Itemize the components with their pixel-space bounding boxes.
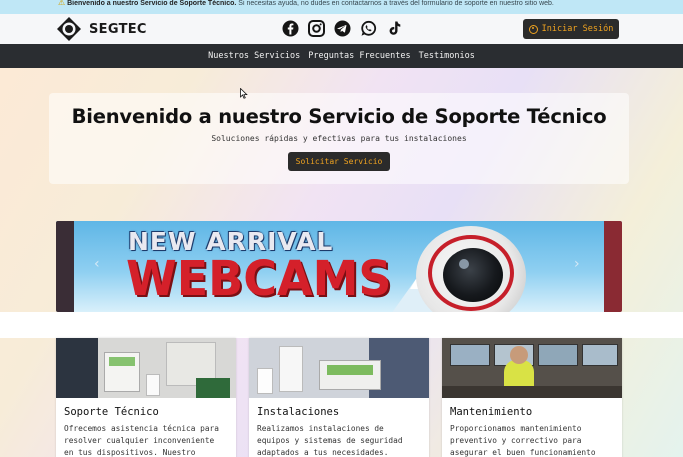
service-card-soporte[interactable]: Soporte Técnico Ofrecemos asistencia téc… [56,338,236,457]
service-card-instalaciones[interactable]: Instalaciones Realizamos instalaciones d… [249,338,429,457]
request-service-button[interactable]: Solicitar Servicio [287,152,391,171]
promo-carousel: NEW ARRIVAL WEBCAMS ‹ › [56,221,622,312]
nav-item-testimonios[interactable]: Testimonios [419,51,475,61]
brand-name: SEGTEC [89,21,147,37]
nav-item-preguntas[interactable]: Preguntas Frecuentes [308,51,410,61]
banner-line-2: WEBCAMS [126,249,392,307]
webcam-lens [443,248,503,302]
section-divider [0,312,683,338]
hero-title: Bienvenido a nuestro Servicio de Soporte… [71,105,607,128]
whatsapp-icon[interactable] [360,20,377,37]
announcement-bar: ⚠ Bienvenido a nuestro Servicio de Sopor… [0,0,683,14]
social-links [282,20,403,37]
login-button[interactable]: Iniciar Sesión [523,19,619,39]
announcement-text: Si necesitas ayuda, no dudes en contacta… [236,0,554,7]
service-title-instalaciones: Instalaciones [257,406,340,418]
mouse-cursor-icon [240,88,248,99]
announcement-bold: Bienvenido a nuestro Servicio de Soporte… [67,0,237,7]
service-image-security-kit [249,338,429,398]
logo[interactable]: SEGTEC [57,17,147,41]
service-card-mantenimiento[interactable]: Mantenimiento Proporcionamos mantenimien… [442,338,622,457]
main-nav: Nuestros Servicios Preguntas Frecuentes … [0,44,683,68]
service-desc-instalaciones: Realizamos instalaciones de equipos y si… [257,424,403,457]
carousel-edge-left [56,221,74,312]
login-label: Iniciar Sesión [541,24,614,34]
webcam-glint [459,259,469,269]
facebook-icon[interactable] [282,20,299,37]
logo-icon [57,17,81,41]
telegram-icon[interactable] [334,20,351,37]
carousel-edge-right [604,221,622,312]
nav-item-servicios[interactable]: Nuestros Servicios [208,51,300,61]
carousel-next-icon[interactable]: › [574,256,580,272]
site-header: SEGTEC Iniciar Sesión [0,14,683,44]
tiktok-icon[interactable] [386,20,403,37]
hero-section: Bienvenido a nuestro Servicio de Soporte… [49,93,629,184]
instagram-icon[interactable] [308,20,325,37]
hero-subtitle: Soluciones rápidas y efectivas para tus … [211,134,467,143]
user-icon [528,24,538,34]
service-desc-soporte: Ofrecemos asistencia técnica para resolv… [64,424,219,457]
warning-icon: ⚠ [58,0,66,7]
carousel-prev-icon[interactable]: ‹ [94,256,100,272]
service-image-monitoring [442,338,622,398]
service-title-mantenimiento: Mantenimiento [450,406,533,418]
service-desc-mantenimiento: Proporcionamos mantenimiento preventivo … [450,424,596,457]
service-image-alarm-panel [56,338,236,398]
service-title-soporte: Soporte Técnico [64,406,159,418]
